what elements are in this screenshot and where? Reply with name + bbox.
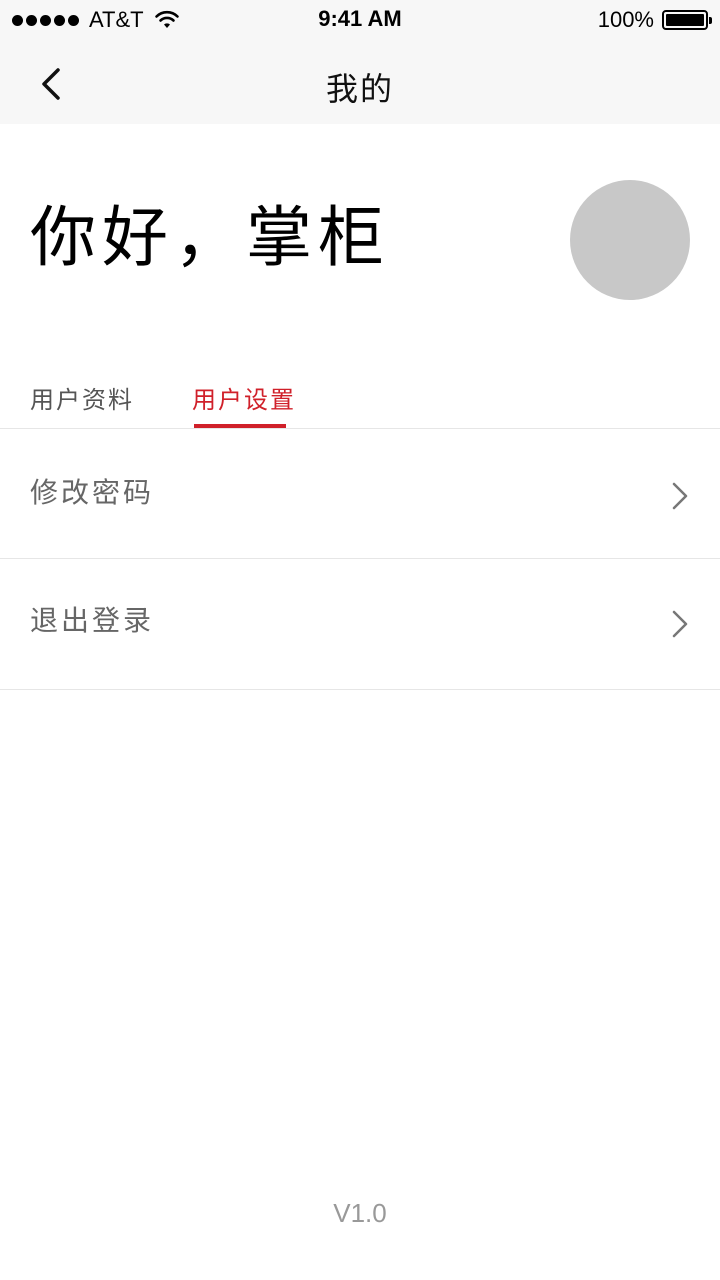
- tab-user-settings[interactable]: 用户设置: [192, 380, 296, 420]
- list-item-label: 修改密码: [30, 476, 155, 509]
- status-bar: AT&T 9:41 AM 100%: [0, 0, 720, 40]
- list-item-change-password[interactable]: 修改密码: [0, 429, 720, 559]
- battery-icon: [662, 10, 712, 30]
- divider: [0, 689, 720, 690]
- tab-user-profile[interactable]: 用户资料: [30, 380, 134, 420]
- status-right: 100%: [597, 7, 712, 33]
- list-item-logout[interactable]: 退出登录: [0, 559, 720, 689]
- tab-bar: 用户资料 用户设置: [0, 380, 720, 428]
- nav-bar: 我的: [0, 40, 720, 124]
- list-item-label: 退出登录: [30, 604, 155, 637]
- page-title: 我的: [325, 70, 394, 108]
- chevron-right-icon: [672, 610, 688, 638]
- avatar[interactable]: [570, 180, 690, 300]
- chevron-right-icon: [672, 482, 688, 510]
- battery-percent: 100%: [597, 7, 654, 32]
- greeting-text: 你好，掌柜: [30, 199, 390, 276]
- app-version: V1.0: [333, 1198, 387, 1228]
